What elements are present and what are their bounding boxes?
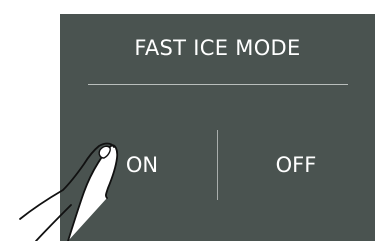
title-divider bbox=[88, 84, 348, 85]
off-button[interactable]: OFF bbox=[256, 130, 336, 200]
on-button-label: ON bbox=[125, 153, 159, 177]
panel-title: FAST ICE MODE bbox=[134, 36, 301, 60]
fast-ice-mode-panel: FAST ICE MODE ON OFF bbox=[60, 14, 375, 241]
option-divider bbox=[217, 130, 218, 200]
on-button[interactable]: ON bbox=[102, 130, 182, 200]
off-button-label: OFF bbox=[275, 153, 317, 177]
